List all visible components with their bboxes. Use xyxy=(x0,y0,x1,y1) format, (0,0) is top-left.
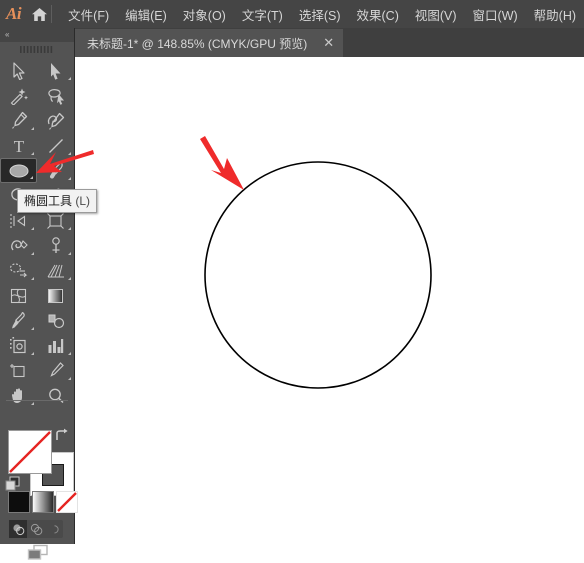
screen-mode-button[interactable] xyxy=(26,543,50,563)
menu-bar: Ai 文件(F) 编辑(E) 对象(O) 文字(T) 选择(S) 效果(C) 视… xyxy=(0,0,584,28)
tool-row xyxy=(0,333,74,358)
menu-file[interactable]: 文件(F) xyxy=(60,1,117,28)
home-icon[interactable] xyxy=(29,7,49,22)
illustrator-window: Ai 文件(F) 编辑(E) 对象(O) 文字(T) 选择(S) 效果(C) 视… xyxy=(0,0,584,560)
tool-row xyxy=(0,83,74,108)
selection-tool[interactable] xyxy=(0,58,37,83)
tool-grid: T xyxy=(0,58,74,408)
artboard-tool[interactable] xyxy=(0,358,37,383)
tool-row xyxy=(0,108,74,133)
symbol-tool[interactable] xyxy=(0,333,37,358)
swap-fill-stroke-icon[interactable] xyxy=(54,428,70,447)
draw-normal-button[interactable] xyxy=(9,520,27,538)
none-button[interactable] xyxy=(56,491,78,513)
tool-flyout-indicator-icon xyxy=(68,77,71,80)
tool-tooltip: 椭圆工具 (L) xyxy=(17,189,98,213)
direct-selection-tool[interactable] xyxy=(37,58,74,83)
collapse-panel-icon[interactable]: « xyxy=(5,31,10,39)
type-tool[interactable]: T xyxy=(0,133,37,158)
draw-behind-button[interactable] xyxy=(27,520,45,538)
document-canvas[interactable] xyxy=(75,57,584,544)
blend-tool[interactable] xyxy=(37,308,74,333)
circle-shape[interactable] xyxy=(204,161,432,389)
menu-type[interactable]: 文字(T) xyxy=(234,1,291,28)
lasso-tool[interactable] xyxy=(37,83,74,108)
line-segment-tool[interactable] xyxy=(37,133,74,158)
menu-window[interactable]: 窗口(W) xyxy=(465,1,526,28)
magic-wand-tool[interactable] xyxy=(0,83,37,108)
menu-edit[interactable]: 编辑(E) xyxy=(117,1,175,28)
tool-flyout-indicator-icon xyxy=(31,227,34,230)
shape-builder-tool[interactable] xyxy=(0,258,37,283)
tool-row xyxy=(0,233,74,258)
document-tab-bar: 未标题-1* @ 148.85% (CMYK/GPU 预览) ✕ xyxy=(0,28,584,57)
svg-text:T: T xyxy=(13,137,24,155)
panel-drag-handle[interactable] xyxy=(0,42,74,56)
menu-select[interactable]: 选择(S) xyxy=(291,1,349,28)
rotate-twirl-tool[interactable] xyxy=(0,233,37,258)
ellipse-tool[interactable] xyxy=(0,158,37,183)
perspective-grid-tool[interactable] xyxy=(37,258,74,283)
tool-flyout-indicator-icon xyxy=(31,127,34,130)
tool-flyout-indicator-icon xyxy=(68,177,71,180)
tool-row xyxy=(0,258,74,283)
tool-row xyxy=(0,358,74,383)
tool-row: T xyxy=(0,133,74,158)
tool-flyout-indicator-icon xyxy=(68,377,71,380)
close-icon[interactable]: ✕ xyxy=(323,36,334,50)
document-tab[interactable]: 未标题-1* @ 148.85% (CMYK/GPU 预览) ✕ xyxy=(75,29,344,57)
mesh-tool[interactable] xyxy=(0,283,37,308)
column-graph-tool[interactable] xyxy=(37,333,74,358)
document-tab-title: 未标题-1* @ 148.85% (CMYK/GPU 预览) xyxy=(87,36,308,51)
tool-flyout-indicator-icon xyxy=(31,277,34,280)
curvature-tool[interactable] xyxy=(37,108,74,133)
tool-flyout-indicator-icon xyxy=(68,252,71,255)
tools-panel: « T xyxy=(0,28,78,560)
tool-flyout-indicator-icon xyxy=(68,152,71,155)
slice-tool[interactable] xyxy=(37,358,74,383)
tool-row xyxy=(0,158,74,183)
tool-flyout-indicator-icon xyxy=(68,352,71,355)
draw-inside-button[interactable] xyxy=(45,520,63,538)
tool-row xyxy=(0,283,74,308)
tool-row xyxy=(0,58,74,83)
draw-mode-buttons xyxy=(9,520,63,538)
color-button[interactable] xyxy=(8,491,30,513)
menu-object[interactable]: 对象(O) xyxy=(175,1,234,28)
menu-effect[interactable]: 效果(C) xyxy=(349,1,407,28)
tool-flyout-indicator-icon xyxy=(68,227,71,230)
tool-flyout-indicator-icon xyxy=(31,252,34,255)
tooltip-shortcut: (L) xyxy=(75,194,91,208)
gradient-tool[interactable] xyxy=(37,283,74,308)
artwork-svg xyxy=(204,161,432,389)
fill-swatch[interactable] xyxy=(8,430,52,474)
tool-row xyxy=(0,308,74,333)
tool-flyout-indicator-icon xyxy=(31,352,34,355)
fill-stroke-controls xyxy=(0,398,74,496)
tools-panel-header[interactable]: « xyxy=(0,28,74,42)
paintbrush-tool[interactable] xyxy=(37,158,74,183)
app-logo-icon: Ai xyxy=(6,4,22,23)
menu-view[interactable]: 视图(V) xyxy=(407,1,465,28)
tool-flyout-indicator-icon xyxy=(30,176,33,179)
pen-tool[interactable] xyxy=(0,108,37,133)
tool-flyout-indicator-icon xyxy=(31,327,34,330)
color-mode-buttons xyxy=(8,491,80,513)
eyedropper-tool[interactable] xyxy=(0,308,37,333)
symbol-sprayer-tool[interactable] xyxy=(37,233,74,258)
gradient-button[interactable] xyxy=(32,491,54,513)
tool-flyout-indicator-icon xyxy=(31,152,34,155)
menu-separator xyxy=(51,5,53,23)
menu-help[interactable]: 帮助(H) xyxy=(526,1,584,28)
menu-item-list: 文件(F) 编辑(E) 对象(O) 文字(T) 选择(S) 效果(C) 视图(V… xyxy=(60,1,584,28)
tooltip-label: 椭圆工具 xyxy=(24,194,73,208)
tool-flyout-indicator-icon xyxy=(68,277,71,280)
